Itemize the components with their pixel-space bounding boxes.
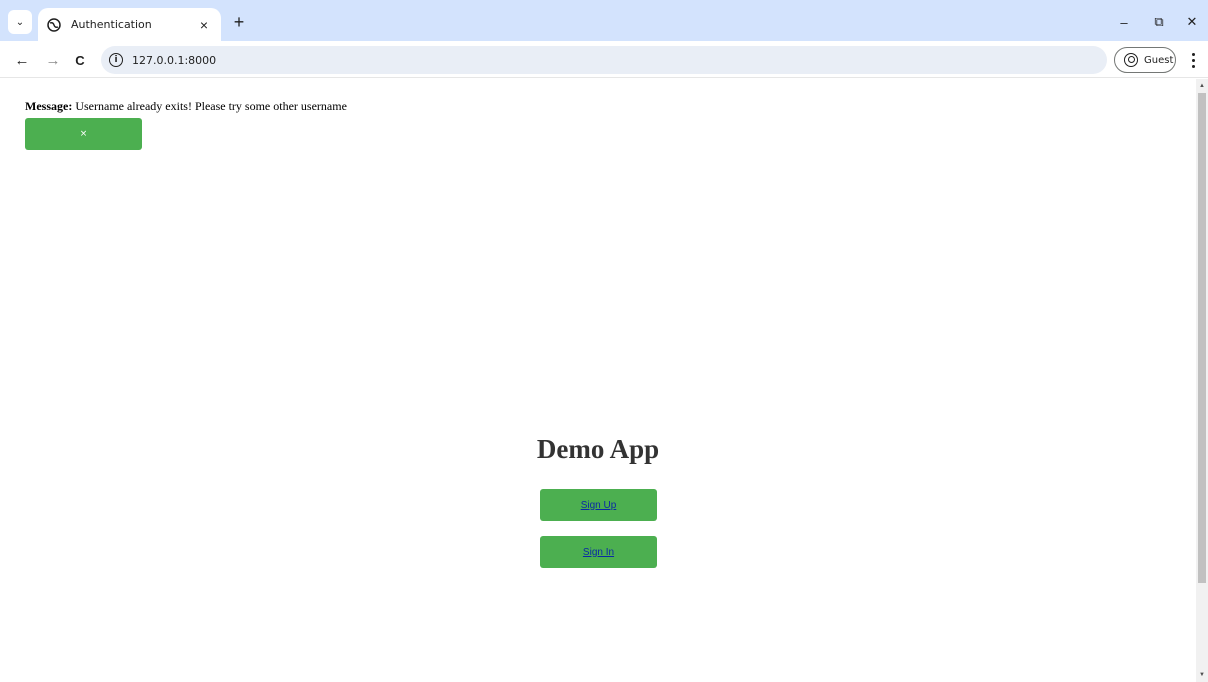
browser-toolbar: ← → C i 127.0.0.1:8000 Guest [0, 41, 1208, 78]
minimize-button[interactable]: – [1116, 14, 1132, 30]
menu-dot [1191, 64, 1195, 68]
menu-dot [1191, 52, 1195, 56]
dismiss-message-button[interactable]: × [25, 118, 142, 150]
restore-button[interactable]: ⧉ [1151, 14, 1167, 30]
url-text[interactable]: 127.0.0.1:8000 [132, 54, 216, 67]
forward-button[interactable]: → [44, 51, 62, 69]
tab-strip: ⌄ Authentication × + – ⧉ ✕ [0, 0, 1208, 41]
address-bar[interactable]: i 127.0.0.1:8000 [101, 46, 1107, 74]
sign-in-button[interactable]: Sign In [540, 536, 657, 568]
profile-button[interactable]: Guest [1114, 47, 1176, 73]
tab-search-button[interactable]: ⌄ [8, 10, 32, 34]
tab-authentication[interactable]: Authentication × [38, 8, 221, 41]
scroll-thumb[interactable] [1198, 93, 1206, 583]
info-icon[interactable]: i [109, 53, 123, 67]
page-title: Demo App [536, 434, 660, 464]
message-label: Message: [25, 99, 73, 113]
browser-menu-button[interactable] [1186, 50, 1200, 70]
reload-icon: C [75, 52, 85, 68]
sign-up-link[interactable]: Sign Up [581, 500, 617, 511]
close-tab-icon[interactable]: × [196, 17, 212, 33]
new-tab-button[interactable]: + [230, 13, 248, 31]
menu-dot [1191, 58, 1195, 62]
reload-button[interactable]: C [71, 51, 89, 69]
globe-icon [47, 17, 61, 32]
arrow-right-icon: → [45, 51, 61, 69]
sign-up-button[interactable]: Sign Up [540, 489, 657, 521]
page-viewport: Message: Username already exits! Please … [0, 79, 1208, 682]
scroll-down-arrow[interactable]: ▼ [1196, 668, 1208, 682]
profile-icon [1124, 53, 1138, 67]
vertical-scrollbar[interactable]: ▲ ▼ [1196, 79, 1208, 682]
scroll-up-arrow[interactable]: ▲ [1196, 79, 1208, 93]
back-button[interactable]: ← [13, 51, 31, 69]
chevron-down-icon: ⌄ [15, 16, 25, 28]
sign-in-link[interactable]: Sign In [583, 547, 614, 558]
flash-message: Message: Username already exits! Please … [25, 99, 347, 114]
close-window-button[interactable]: ✕ [1184, 14, 1200, 30]
profile-label: Guest [1144, 54, 1174, 66]
message-text: Username already exits! Please try some … [75, 99, 347, 113]
tab-title: Authentication [71, 18, 152, 31]
arrow-left-icon: ← [14, 51, 30, 69]
